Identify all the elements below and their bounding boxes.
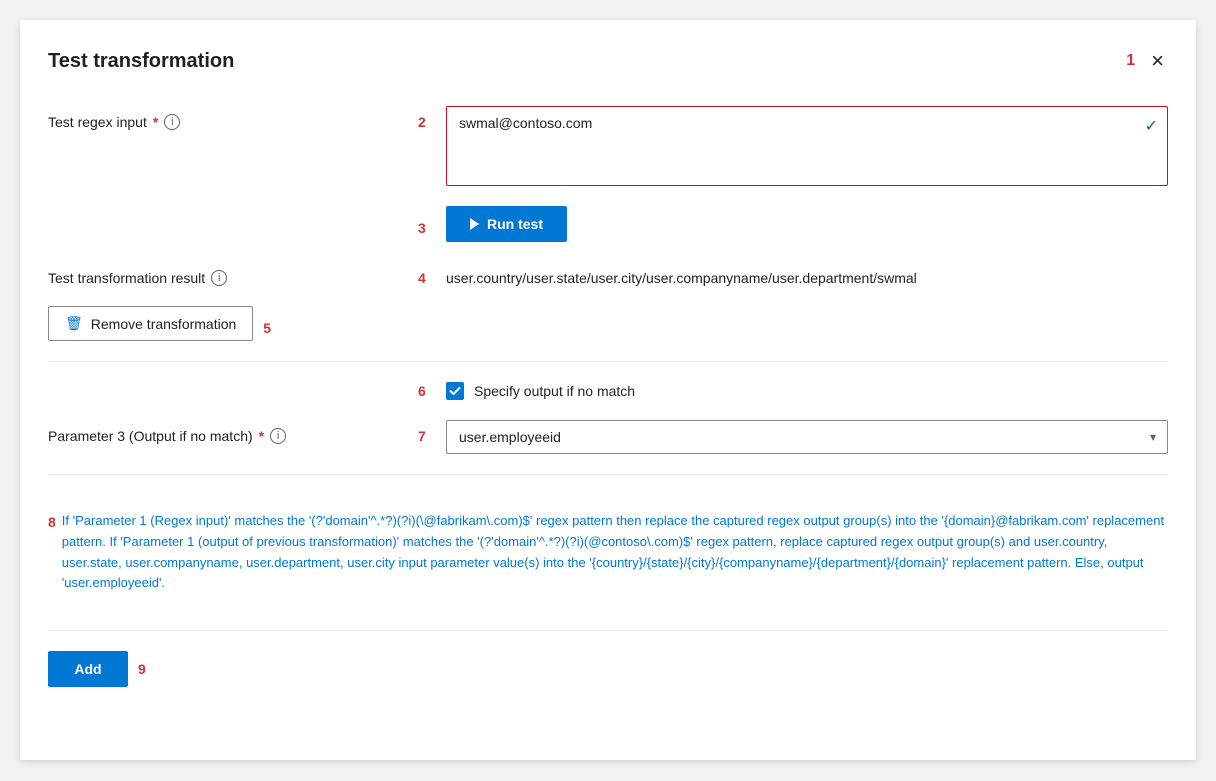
run-test-row: 3 Run test	[418, 206, 1168, 242]
param3-select-container: user.employeeid ▾	[446, 420, 1168, 454]
run-test-button[interactable]: Run test	[446, 206, 567, 242]
close-button[interactable]: ×	[1147, 44, 1168, 78]
checkbox-row: 6 Specify output if no match	[418, 382, 1168, 400]
step4-badge: 4	[418, 262, 436, 286]
run-test-label: Run test	[487, 216, 543, 232]
divider-1	[48, 361, 1168, 362]
step2-badge: 2	[418, 106, 436, 130]
remove-transformation-button[interactable]: 🗑 Remove transformation	[48, 306, 253, 341]
step3-badge: 3	[418, 212, 436, 236]
result-row: Test transformation result i 4 user.coun…	[48, 262, 1168, 286]
result-info-icon[interactable]: i	[211, 270, 227, 286]
play-icon	[470, 218, 479, 230]
add-button[interactable]: Add	[48, 651, 128, 687]
step9-badge: 9	[138, 661, 146, 677]
result-value: user.country/user.state/user.city/user.c…	[446, 262, 1168, 286]
divider-3	[48, 630, 1168, 631]
remove-row: 🗑 Remove transformation 5	[48, 306, 1168, 341]
step8-badge: 8	[48, 511, 56, 594]
required-star-regex: *	[153, 114, 158, 130]
footer-row: Add 9	[48, 651, 1168, 687]
remove-label: Remove transformation	[91, 316, 237, 332]
step5-badge: 5	[263, 312, 281, 336]
remove-container: 🗑 Remove transformation 5	[48, 306, 1168, 341]
checkbox-label: Specify output if no match	[474, 383, 635, 399]
checkbox-check-icon	[449, 385, 461, 397]
divider-2	[48, 474, 1168, 475]
description-text: If 'Parameter 1 (Regex input)' matches t…	[62, 511, 1168, 594]
step6-badge: 6	[418, 383, 436, 399]
param3-field: 7 user.employeeid ▾	[418, 420, 1168, 454]
regex-input-row: Test regex input * i 2 ✓	[48, 106, 1168, 186]
regex-input-container: ✓	[446, 106, 1168, 186]
result-label: Test transformation result i	[48, 262, 418, 286]
param3-info-icon[interactable]: i	[270, 428, 286, 444]
trash-icon: 🗑	[65, 315, 83, 332]
regex-text-input[interactable]	[446, 106, 1168, 186]
test-transformation-dialog: Test transformation 1 × Test regex input…	[20, 20, 1196, 760]
param3-select[interactable]: user.employeeid	[446, 420, 1168, 454]
dialog-header: Test transformation 1 ×	[48, 44, 1168, 78]
specify-output-checkbox[interactable]	[446, 382, 464, 400]
close-step-number: 1	[1126, 52, 1135, 70]
description-box: 8 If 'Parameter 1 (Regex input)' matches…	[48, 495, 1168, 610]
param3-label: Parameter 3 (Output if no match) * i	[48, 420, 418, 444]
regex-info-icon[interactable]: i	[164, 114, 180, 130]
check-icon: ✓	[1145, 116, 1158, 136]
step7-badge: 7	[418, 420, 436, 444]
result-field: 4 user.country/user.state/user.city/user…	[418, 262, 1168, 286]
regex-label: Test regex input * i	[48, 106, 418, 130]
dialog-title: Test transformation	[48, 50, 234, 73]
param3-row: Parameter 3 (Output if no match) * i 7 u…	[48, 420, 1168, 454]
regex-field: 2 ✓	[418, 106, 1168, 186]
required-star-param3: *	[259, 428, 264, 444]
